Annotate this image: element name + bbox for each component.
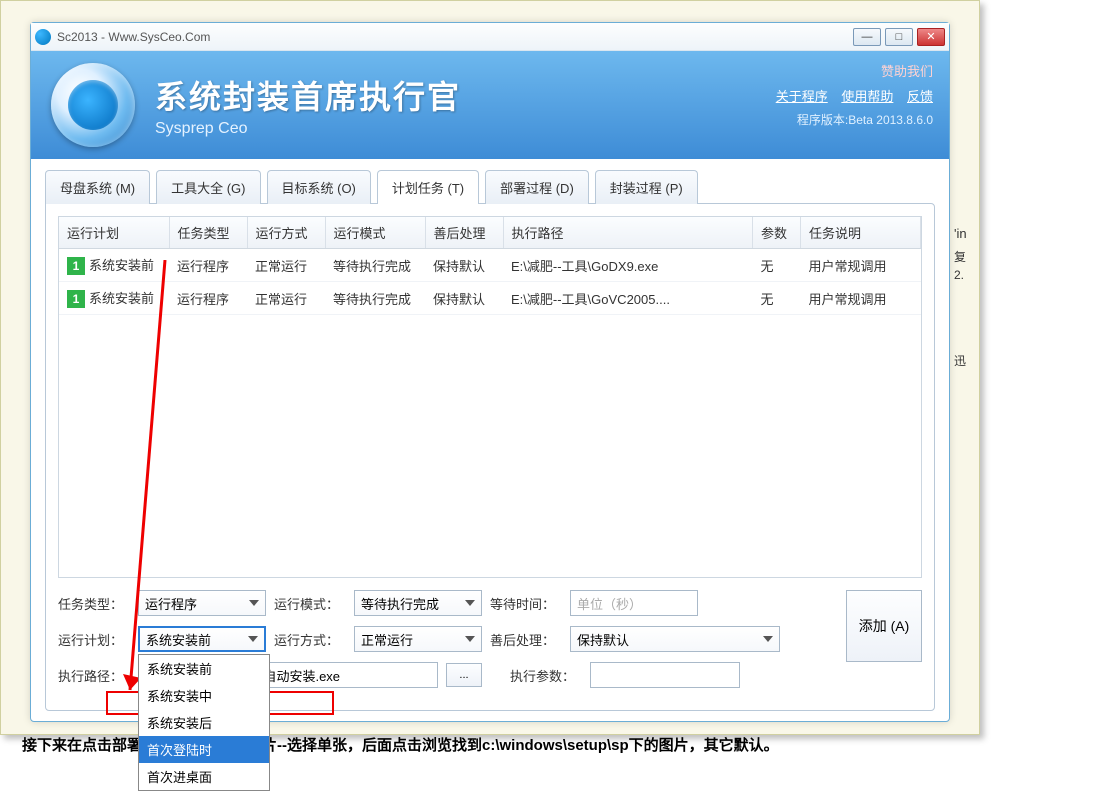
maximize-button[interactable]: □: [885, 28, 913, 46]
combo-runway[interactable]: 正常运行: [354, 626, 482, 652]
col-type[interactable]: 任务类型: [169, 217, 247, 249]
chevron-down-icon: [465, 636, 475, 642]
row-num: 1: [67, 257, 85, 275]
col-path[interactable]: 执行路径: [503, 217, 753, 249]
input-waittime[interactable]: 单位（秒）: [570, 590, 698, 616]
col-way[interactable]: 运行方式: [247, 217, 325, 249]
tab-package[interactable]: 封装过程 (P): [595, 170, 698, 204]
col-desc[interactable]: 任务说明: [801, 217, 921, 249]
dropdown-runplan: 系统安装前 系统安装中 系统安装后 首次登陆时 首次进桌面: [138, 654, 270, 791]
label-post: 善后处理：: [490, 630, 562, 649]
table-row[interactable]: 1系统安装前 运行程序 正常运行 等待执行完成 保持默认 E:\减肥--工具\G…: [59, 282, 921, 315]
label-runmode: 运行模式：: [274, 594, 346, 613]
tasks-table: 运行计划 任务类型 运行方式 运行模式 善后处理 执行路径 参数 任务说明 1系…: [59, 217, 921, 315]
tab-deploy[interactable]: 部署过程 (D): [485, 170, 589, 204]
app-icon: [35, 29, 51, 45]
dropdown-option[interactable]: 系统安装中: [139, 682, 269, 709]
feedback-link[interactable]: 反馈: [907, 89, 933, 104]
about-link[interactable]: 关于程序: [776, 89, 828, 104]
browse-button[interactable]: ...: [446, 663, 482, 687]
app-header: 系统封装首席执行官 Sysprep Ceo 赞助我们 关于程序 使用帮助 反馈 …: [31, 51, 949, 159]
chevron-down-icon: [763, 636, 773, 642]
chevron-down-icon: [248, 636, 258, 642]
dropdown-option[interactable]: 首次进桌面: [139, 763, 269, 790]
bg-fragment: 迅: [954, 352, 966, 369]
dropdown-option[interactable]: 系统安装后: [139, 709, 269, 736]
minimize-button[interactable]: —: [853, 28, 881, 46]
chevron-down-icon: [465, 600, 475, 606]
combo-runmode[interactable]: 等待执行完成: [354, 590, 482, 616]
help-link[interactable]: 使用帮助: [841, 89, 893, 104]
combo-runplan[interactable]: 系统安装前 系统安装前 系统安装中 系统安装后 首次登陆时 首次进桌面: [138, 626, 266, 652]
close-button[interactable]: ✕: [917, 28, 945, 46]
app-title: 系统封装首席执行官: [155, 72, 461, 118]
bg-fragment: 'in: [954, 226, 967, 241]
bg-fragment: 2.: [954, 268, 964, 282]
dropdown-option-selected[interactable]: 首次登陆时: [139, 736, 269, 763]
input-args[interactable]: [590, 662, 740, 688]
combo-tasktype[interactable]: 运行程序: [138, 590, 266, 616]
version-label: 程序版本:Beta 2013.8.6.0: [766, 111, 933, 128]
window-title: Sc2013 - Www.SysCeo.Com: [57, 30, 853, 44]
chevron-down-icon: [249, 600, 259, 606]
sponsor-link[interactable]: 赞助我们: [766, 61, 933, 80]
bg-fragment: 复: [954, 248, 966, 265]
label-runplan: 运行计划：: [58, 630, 130, 649]
label-tasktype: 任务类型：: [58, 594, 130, 613]
row-num: 1: [67, 290, 85, 308]
app-window: Sc2013 - Www.SysCeo.Com — □ ✕ 系统封装首席执行官 …: [30, 22, 950, 722]
dropdown-option[interactable]: 系统安装前: [139, 655, 269, 682]
tab-tools[interactable]: 工具大全 (G): [156, 170, 260, 204]
combo-post[interactable]: 保持默认: [570, 626, 780, 652]
tab-target[interactable]: 目标系统 (O): [267, 170, 371, 204]
col-plan[interactable]: 运行计划: [59, 217, 169, 249]
col-post[interactable]: 善后处理: [425, 217, 503, 249]
logo-icon: [51, 63, 135, 147]
col-arg[interactable]: 参数: [753, 217, 801, 249]
label-runway: 运行方式：: [274, 630, 346, 649]
tab-tasks[interactable]: 计划任务 (T): [377, 170, 479, 204]
app-subtitle: Sysprep Ceo: [155, 120, 461, 138]
label-waittime: 等待时间：: [490, 594, 562, 613]
add-button[interactable]: 添加 (A): [846, 590, 922, 662]
titlebar: Sc2013 - Www.SysCeo.Com — □ ✕: [31, 23, 949, 51]
table-row[interactable]: 1系统安装前 运行程序 正常运行 等待执行完成 保持默认 E:\减肥--工具\G…: [59, 249, 921, 282]
tab-master[interactable]: 母盘系统 (M): [45, 170, 150, 204]
tabbar: 母盘系统 (M) 工具大全 (G) 目标系统 (O) 计划任务 (T) 部署过程…: [45, 170, 935, 204]
tab-content: 运行计划 任务类型 运行方式 运行模式 善后处理 执行路径 参数 任务说明 1系…: [45, 203, 935, 711]
col-mode[interactable]: 运行模式: [325, 217, 425, 249]
label-path: 执行路径：: [58, 666, 130, 685]
label-args: 执行参数：: [510, 666, 582, 685]
